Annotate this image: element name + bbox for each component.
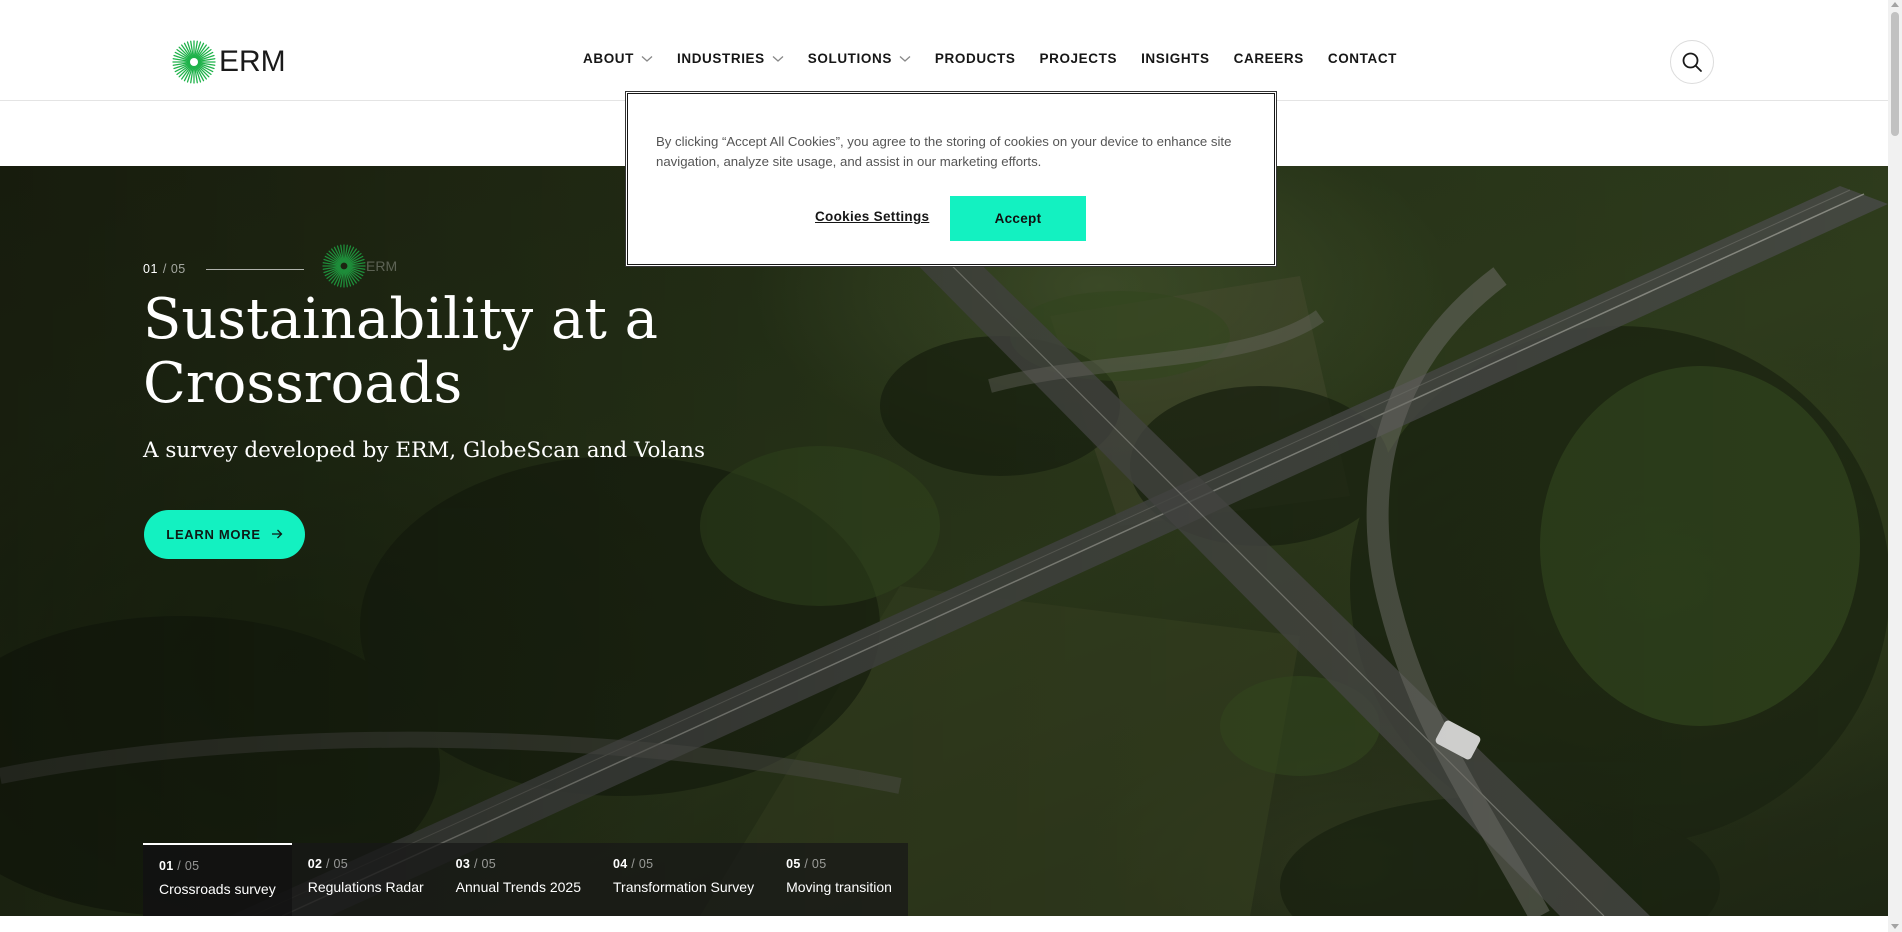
slide-counter: 01 / 05 [143, 262, 304, 276]
tab-number: 04 / 05 [613, 857, 654, 871]
cookie-consent-text: By clicking “Accept All Cookies”, you ag… [656, 134, 1232, 169]
nav-item-about[interactable]: ABOUT [583, 51, 653, 66]
search-button[interactable] [1670, 40, 1714, 84]
search-icon [1682, 52, 1702, 72]
cookie-consent-dialog: By clicking “Accept All Cookies”, you ag… [627, 93, 1275, 265]
tab-number: 03 / 05 [455, 857, 497, 871]
tab-label: Transformation Survey [613, 879, 755, 895]
nav-item-label: CAREERS [1233, 51, 1304, 66]
carousel-tab-5[interactable]: 05 / 05 Moving transition [770, 843, 908, 916]
carousel-tab-1[interactable]: 01 / 05 Crossroads survey [143, 843, 292, 916]
carousel-tab-3[interactable]: 03 / 05 Annual Trends 2025 [439, 843, 597, 916]
nav-item-label: CONTACT [1327, 51, 1398, 66]
scroll-up-arrow-icon[interactable] [1891, 2, 1899, 7]
arrow-right-icon [271, 527, 283, 542]
chevron-down-icon [772, 51, 784, 66]
hero-subtitle: A survey developed by ERM, GlobeScan and… [143, 438, 706, 463]
erm-starburst-icon [172, 40, 216, 84]
nav-item-label: INSIGHTS [1141, 51, 1210, 66]
learn-more-label: LEARN MORE [166, 527, 261, 542]
scroll-down-arrow-icon[interactable] [1891, 924, 1899, 929]
carousel-tab-4[interactable]: 04 / 05 Transformation Survey [597, 843, 771, 916]
nav-item-careers[interactable]: CAREERS [1234, 51, 1304, 66]
nav-item-label: ABOUT [583, 51, 634, 66]
nav-item-label: INDUSTRIES [677, 51, 765, 66]
watermark-wordmark: ERM [366, 258, 398, 274]
nav-item-solutions[interactable]: SOLUTIONS [808, 51, 911, 66]
tab-number: 01 / 05 [159, 859, 200, 873]
tab-label: Regulations Radar [307, 879, 424, 895]
watermark-logo: ERM [322, 244, 397, 288]
accept-cookies-button[interactable]: Accept [950, 196, 1086, 241]
nav-item-contact[interactable]: CONTACT [1328, 51, 1397, 66]
erm-starburst-icon [322, 244, 366, 288]
slide-progress-line [205, 268, 304, 270]
nav-item-projects[interactable]: PROJECTS [1039, 51, 1117, 66]
carousel-tab-2[interactable]: 02 / 05 Regulations Radar [291, 843, 440, 916]
erm-logo[interactable]: ERM [172, 40, 286, 84]
nav-item-label: PRODUCTS [934, 51, 1016, 66]
tab-label: Moving transition [786, 879, 892, 895]
nav-item-label: PROJECTS [1039, 51, 1118, 66]
tab-number: 05 / 05 [786, 857, 827, 871]
carousel-tabs: 01 / 05 Crossroads survey 02 / 05 Regula… [143, 843, 908, 916]
nav-item-insights[interactable]: INSIGHTS [1141, 51, 1210, 66]
scrollbar-thumb[interactable] [1891, 12, 1899, 136]
chevron-down-icon [899, 51, 911, 66]
nav-item-industries[interactable]: INDUSTRIES [677, 51, 784, 66]
cookies-settings-link[interactable]: Cookies Settings [815, 209, 929, 224]
tab-number: 02 / 05 [307, 857, 349, 871]
nav-item-label: SOLUTIONS [807, 51, 892, 66]
chevron-down-icon [641, 51, 653, 66]
slide-counter-current: 01 [143, 262, 158, 276]
logo-wordmark: ERM [219, 45, 286, 78]
hero-title: Sustainability at a Crossroads [143, 287, 659, 416]
hero-carousel: 01 / 05 ERM Sustainability at a Crossroa… [0, 166, 1888, 916]
nav-item-products[interactable]: PRODUCTS [935, 51, 1016, 66]
page-scrollbar[interactable] [1888, 0, 1902, 932]
tab-label: Annual Trends 2025 [455, 879, 581, 895]
site-header: ERM ABOUT INDUSTRIES SOLUTIONS PRODUCTS … [0, 0, 1888, 101]
main-nav: ABOUT INDUSTRIES SOLUTIONS PRODUCTS PROJ… [583, 51, 1421, 66]
slide-counter-total: / 05 [162, 262, 186, 276]
learn-more-button[interactable]: LEARN MORE [144, 510, 305, 559]
tab-label: Crossroads survey [159, 881, 276, 897]
